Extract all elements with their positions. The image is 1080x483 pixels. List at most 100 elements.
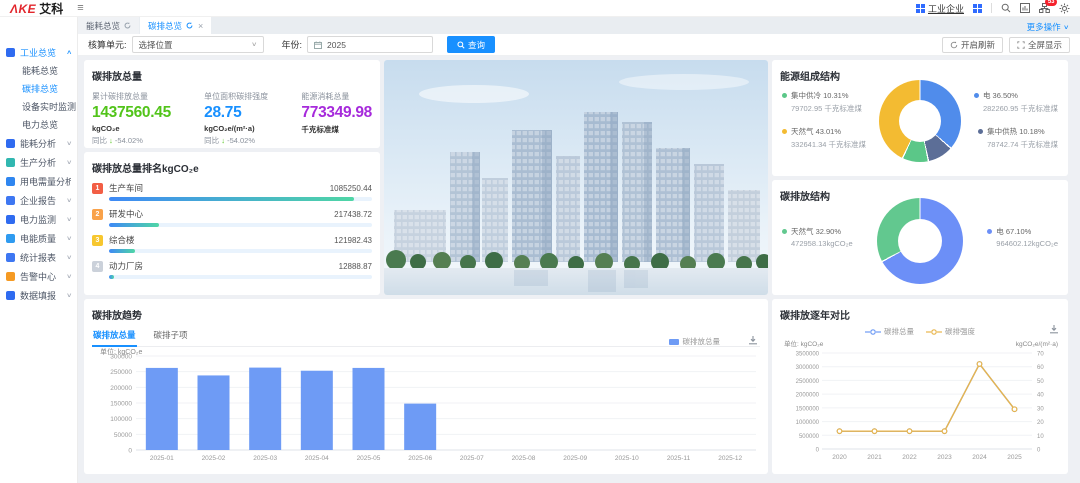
more-actions-button[interactable]: 更多操作 ∨ <box>1027 21 1068 33</box>
fullscreen-button[interactable]: 全屏显示 <box>1009 37 1070 53</box>
search-submit-button[interactable]: 查询 <box>447 36 495 53</box>
bar-2025-05[interactable] <box>353 368 385 450</box>
point-碳排强度-2025[interactable] <box>1012 407 1017 412</box>
search-button[interactable] <box>1001 3 1011 13</box>
tab-0[interactable]: 能耗总览 <box>78 17 139 34</box>
yoy-label: 同比 <box>92 136 109 145</box>
sidebar-subitem-0-1[interactable]: 碳排总览 <box>0 80 77 98</box>
legend-name: 集中供热 10.18% <box>987 127 1045 136</box>
caret-down-icon: ∨ <box>66 159 72 166</box>
org-alerts-button[interactable]: 53 <box>1039 3 1050 13</box>
sidebar-item-label: 电能质量 <box>20 232 56 245</box>
svg-text:70: 70 <box>1037 352 1044 358</box>
point-碳排强度-2024[interactable] <box>977 362 982 367</box>
sidebar-item-3[interactable]: 用电需量分析 <box>0 172 77 191</box>
tab-bar-tabs: 能耗总览碳排总览× <box>78 17 212 34</box>
search-button-label: 查询 <box>468 39 485 51</box>
donut-legend-item[interactable]: 天然气 43.01%332641.34 千克标准煤 <box>782 126 866 150</box>
donut-legend-item[interactable]: 天然气 32.90%472958.13kgCO₂e <box>782 226 853 248</box>
svg-text:30: 30 <box>1037 406 1044 412</box>
sidebar-subitem-0-3[interactable]: 电力总览 <box>0 116 77 134</box>
sidebar-item-5[interactable]: 电力监测∨ <box>0 210 77 229</box>
sidebar-item-0[interactable]: 工业总览∧ <box>0 43 77 62</box>
bar-2025-03[interactable] <box>249 368 281 450</box>
start-refresh-button[interactable]: 开启刷新 <box>942 37 1003 53</box>
point-碳排强度-2020[interactable] <box>837 429 842 434</box>
sidebar-item-8[interactable]: 告警中心∨ <box>0 267 77 286</box>
svg-text:0: 0 <box>1037 448 1041 454</box>
svg-text:2022: 2022 <box>902 454 917 461</box>
workspace-switcher[interactable]: 工业企业 <box>916 2 964 15</box>
refresh-icon[interactable] <box>124 22 131 29</box>
download-button[interactable] <box>1049 321 1059 339</box>
point-碳排强度-2022[interactable] <box>907 429 912 434</box>
settings-button[interactable] <box>1059 3 1070 14</box>
data-report-icon <box>6 291 15 300</box>
sidebar-item-6[interactable]: 电能质量∨ <box>0 229 77 248</box>
sidebar-item-2[interactable]: 生产分析∨ <box>0 153 77 172</box>
rank-row-4: 4动力厂房12888.87 <box>92 260 372 279</box>
bar-2025-06[interactable] <box>404 404 436 450</box>
bar-2025-02[interactable] <box>198 375 230 450</box>
rank-name: 动力厂房 <box>109 260 143 272</box>
donut-legend-item[interactable]: 电 67.10% 964602.12kgCO₂e <box>987 226 1058 248</box>
year-input[interactable]: 2025 <box>307 36 433 53</box>
svg-text:2020: 2020 <box>832 454 847 461</box>
rank-row-1: 1生产车间1085250.44 <box>92 182 372 201</box>
donut-legend-item[interactable]: 集中供热 10.18%78742.74 千克标准煤 <box>978 126 1058 150</box>
svg-text:2025-11: 2025-11 <box>667 455 691 462</box>
report-chart-button[interactable] <box>1020 3 1030 13</box>
sidebar: 工业总览∧能耗总览碳排总览设备实时监测电力总览能耗分析∨生产分析∨用电需量分析企… <box>0 17 78 483</box>
rank-name: 研发中心 <box>109 208 143 220</box>
refresh-icon <box>950 41 958 49</box>
download-icon <box>1049 324 1059 334</box>
sidebar-subitem-0-0[interactable]: 能耗总览 <box>0 62 77 80</box>
svg-text:40: 40 <box>1037 393 1044 399</box>
legend-detail: 964602.12kgCO₂e <box>987 239 1058 248</box>
point-碳排强度-2023[interactable] <box>942 429 947 434</box>
donut-legend-item[interactable]: 集中供冷 10.31%79702.95 千克标准煤 <box>782 90 862 114</box>
rank-line: 2研发中心217438.72 <box>92 208 372 220</box>
svg-text:50000: 50000 <box>114 432 132 439</box>
svg-text:2000000: 2000000 <box>796 393 820 399</box>
legend-name: 电 67.10% <box>996 227 1031 236</box>
sidebar-item-4[interactable]: 企业报告∨ <box>0 191 77 210</box>
svg-text:60: 60 <box>1037 365 1044 371</box>
sidebar-item-label: 统计报表 <box>20 251 56 264</box>
yearly-legend-item-0[interactable]: 碳排总量 <box>865 326 914 337</box>
sidebar-item-1[interactable]: 能耗分析∨ <box>0 134 77 153</box>
legend-line: 天然气 32.90% <box>782 226 853 237</box>
sidebar-subitem-0-2[interactable]: 设备实时监测 <box>0 98 77 116</box>
bar-2025-04[interactable] <box>301 371 333 450</box>
svg-text:2025-07: 2025-07 <box>460 455 484 462</box>
caret-up-icon: ∧ <box>66 49 72 56</box>
legend-line: 集中供冷 10.31% <box>782 90 862 101</box>
yearly-legend-item-1[interactable]: 碳排强度 <box>926 326 975 337</box>
accounting-unit-select[interactable]: 选择位置 ∨ <box>132 36 264 53</box>
kpi-label: 累计碳排放总量 <box>92 91 171 102</box>
donut-legend-item[interactable]: 电 36.50%282260.95 千克标准煤 <box>974 90 1058 114</box>
sidebar-item-label: 企业报告 <box>20 194 56 207</box>
sidebar-item-7[interactable]: 统计报表∨ <box>0 248 77 267</box>
refresh-icon[interactable] <box>186 22 193 29</box>
close-icon[interactable]: × <box>198 21 203 31</box>
bar-2025-01[interactable] <box>146 368 178 450</box>
trend-tab-1[interactable]: 碳排子项 <box>153 327 189 346</box>
tab-1[interactable]: 碳排总览× <box>140 17 211 34</box>
rank-value: 1085250.44 <box>330 184 372 193</box>
svg-text:2500000: 2500000 <box>796 379 820 385</box>
sidebar-item-9[interactable]: 数据填报∨ <box>0 286 77 305</box>
trend-tab-0[interactable]: 碳排放总量 <box>92 327 137 347</box>
svg-text:100000: 100000 <box>110 416 132 423</box>
kpi-value: 773349.98 <box>301 104 372 122</box>
apps-grid-button[interactable] <box>973 4 982 13</box>
energy-analysis-icon <box>6 139 15 148</box>
rank-row-2: 2研发中心217438.72 <box>92 208 372 227</box>
svg-text:2025-06: 2025-06 <box>408 455 432 462</box>
legend-dot <box>782 93 787 98</box>
power-monitoring-icon <box>6 215 15 224</box>
menu-toggle-icon[interactable]: ≡ <box>77 3 83 14</box>
point-碳排强度-2021[interactable] <box>872 429 877 434</box>
rank-bar-fill <box>109 223 159 227</box>
rank-value: 217438.72 <box>334 210 372 219</box>
